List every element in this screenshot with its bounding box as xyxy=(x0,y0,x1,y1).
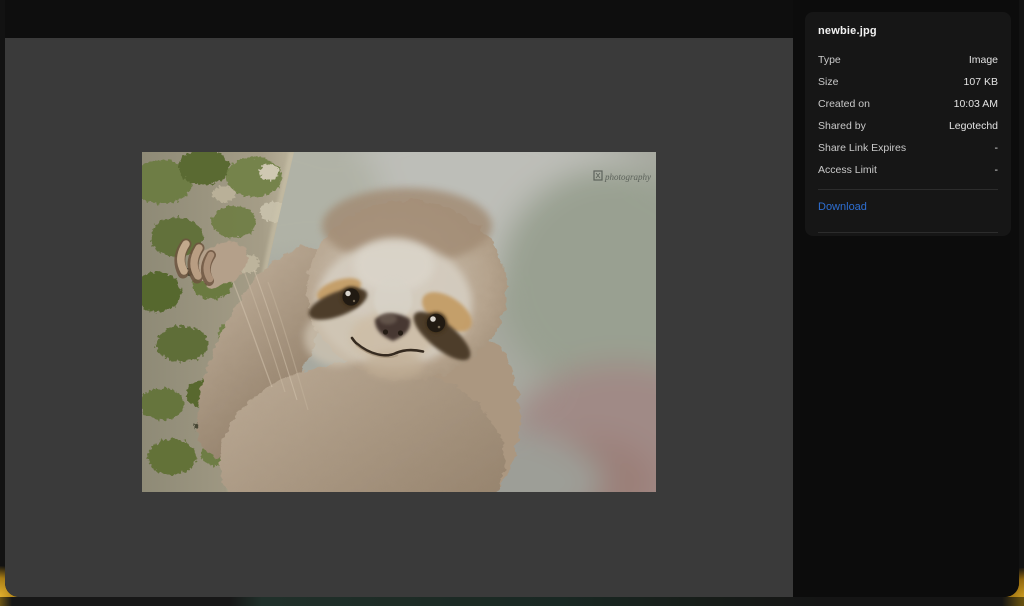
download-link[interactable]: Download xyxy=(818,190,998,224)
detail-label: Share Link Expires xyxy=(818,142,906,154)
detail-label: Created on xyxy=(818,98,870,110)
photo-watermark: photography xyxy=(594,171,651,182)
detail-value: - xyxy=(995,164,999,176)
detail-value: 10:03 AM xyxy=(954,98,998,110)
detail-value: Legotechd xyxy=(949,120,998,132)
detail-label: Shared by xyxy=(818,120,866,132)
preview-area: photography xyxy=(5,0,793,597)
sloth-photo-illustration: photography xyxy=(142,152,656,492)
detail-value: Image xyxy=(969,54,998,66)
detail-label: Size xyxy=(818,76,838,88)
watermark-text: photography xyxy=(604,172,651,182)
details-card: newbie.jpg Type Image Size 107 KB Create… xyxy=(805,12,1011,236)
detail-value: 107 KB xyxy=(964,76,998,88)
file-name: newbie.jpg xyxy=(818,25,998,37)
detail-label: Access Limit xyxy=(818,164,877,176)
desktop-taskbar-sliver xyxy=(0,597,1024,606)
details-panel: newbie.jpg Type Image Size 107 KB Create… xyxy=(793,0,1019,597)
detail-row-shared-by: Shared by Legotechd xyxy=(818,115,998,137)
screen: photography newbie.jpg Type Image Size 1… xyxy=(0,0,1024,606)
detail-label: Type xyxy=(818,54,841,66)
preview-content: photography xyxy=(5,38,793,597)
detail-row-size: Size 107 KB xyxy=(818,71,998,93)
file-preview-window: photography newbie.jpg Type Image Size 1… xyxy=(5,0,1019,597)
divider xyxy=(818,232,998,233)
top-bar xyxy=(5,0,793,38)
detail-row-share-link-expires: Share Link Expires - xyxy=(818,137,998,159)
detail-row-type: Type Image xyxy=(818,49,998,71)
detail-value: - xyxy=(995,142,999,154)
detail-row-created-on: Created on 10:03 AM xyxy=(818,93,998,115)
preview-image[interactable]: photography xyxy=(142,152,656,492)
detail-row-access-limit: Access Limit - xyxy=(818,159,998,181)
sloth-face xyxy=(304,188,492,379)
